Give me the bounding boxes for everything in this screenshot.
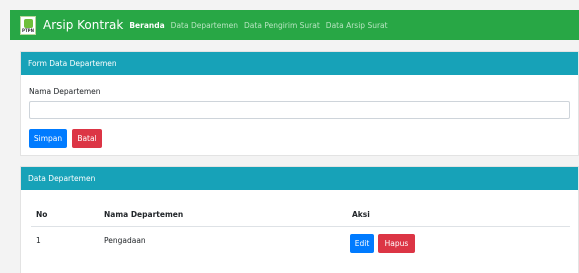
- table-card-header: Data Departemen: [21, 167, 578, 190]
- form-card-header: Form Data Departemen: [21, 52, 578, 75]
- nav-link-data-pengirim-surat[interactable]: Data Pengirim Surat: [244, 21, 320, 30]
- column-header-aksi: Aksi: [352, 210, 370, 219]
- nav-link-data-arsip-surat[interactable]: Data Arsip Surat: [326, 21, 388, 30]
- logo-text: PTPN: [22, 27, 34, 33]
- nama-departemen-input[interactable]: [29, 101, 570, 119]
- table-card: Data Departemen No Nama Departemen Aksi …: [20, 166, 579, 273]
- nama-departemen-label: Nama Departemen: [29, 87, 101, 96]
- nav-link-beranda[interactable]: Beranda: [129, 21, 164, 30]
- column-header-nama-departemen: Nama Departemen: [104, 210, 184, 219]
- nav-link-data-departemen[interactable]: Data Departemen: [171, 21, 238, 30]
- edit-button[interactable]: Edit: [350, 234, 374, 253]
- column-header-no: No: [36, 210, 48, 219]
- form-card: Form Data Departemen Nama Departemen Sim…: [20, 51, 579, 156]
- row-nama-departemen: Pengadaan: [104, 236, 146, 245]
- brand-title[interactable]: Arsip Kontrak: [43, 18, 123, 32]
- ptpn-logo-icon[interactable]: PTPN: [20, 15, 36, 35]
- batal-button[interactable]: Batal: [72, 129, 102, 148]
- simpan-button[interactable]: Simpan: [29, 129, 67, 148]
- top-navbar: PTPN Arsip Kontrak Beranda Data Departem…: [10, 10, 579, 40]
- table-card-title: Data Departemen: [28, 174, 96, 183]
- form-card-title: Form Data Departemen: [28, 59, 117, 68]
- hapus-button[interactable]: Hapus: [378, 234, 415, 253]
- row-no: 1: [36, 236, 41, 245]
- table-row-divider: [31, 226, 570, 227]
